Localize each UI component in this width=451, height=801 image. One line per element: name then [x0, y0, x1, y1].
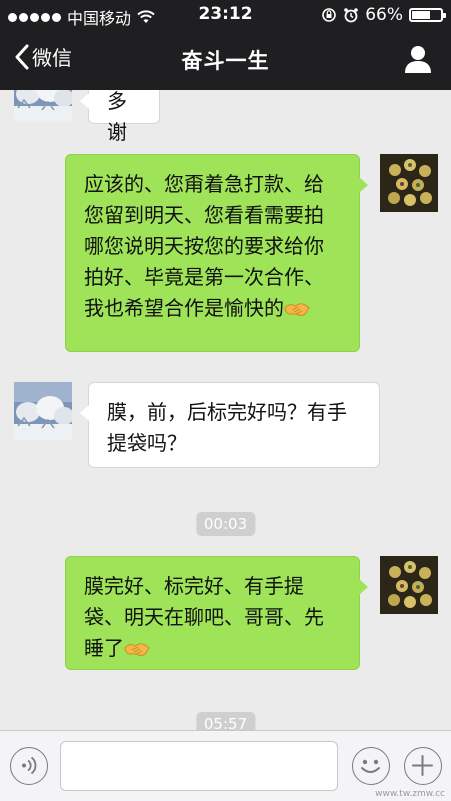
battery-icon: [409, 8, 446, 22]
more-button[interactable]: [404, 747, 442, 785]
input-bar: www.tw.zmw.cc: [0, 730, 451, 801]
message-text: 膜，前，后标完好吗？有手提袋吗？: [107, 400, 347, 455]
timestamp: 05:57: [195, 712, 256, 730]
chat-screen: 中国移动 23:12 66% 微信 奋斗一生 多谢 应该的、您甭着急打款、给您留…: [0, 0, 451, 801]
status-right: 66%: [321, 5, 446, 25]
chat-title: 奋斗一生: [181, 49, 270, 73]
voice-icon: [22, 756, 37, 775]
message-bubble-outgoing[interactable]: 膜完好、标完好、有手提袋、明天在聊吧、哥哥、先睡了: [65, 556, 368, 670]
message-text: 应该的、您甭着急打款、给您留到明天、您看看需要拍哪您说明天按您的要求给你拍好、毕…: [84, 172, 324, 320]
my-avatar[interactable]: [380, 556, 438, 614]
message-list[interactable]: 多谢 应该的、您甭着急打款、给您留到明天、您看看需要拍哪您说明天按您的要求给你拍…: [0, 90, 451, 730]
message-bubble-incoming[interactable]: 膜，前，后标完好吗？有手提袋吗？: [80, 382, 380, 468]
battery-percent: 66%: [365, 5, 403, 25]
timestamp: 00:03: [195, 512, 256, 536]
bells-ornament-avatar: [380, 556, 438, 614]
plus-icon: [412, 755, 433, 776]
my-avatar[interactable]: [380, 154, 438, 212]
watermark: www.tw.zmw.cc: [375, 789, 445, 799]
voice-button[interactable]: [10, 747, 48, 785]
contact-avatar[interactable]: [14, 90, 72, 122]
rotation-lock-icon: [322, 8, 337, 22]
message-text: 多谢: [107, 90, 127, 144]
snow-scene-avatar: [14, 382, 72, 440]
message-bubble-incoming[interactable]: 多谢: [80, 90, 160, 144]
snow-scene-avatar: [14, 90, 72, 122]
message-input[interactable]: [60, 741, 338, 791]
alarm-icon: [344, 8, 359, 23]
handshake-emoji: [284, 303, 310, 316]
nav-bar: 微信 奋斗一生: [0, 30, 451, 90]
contact-avatar[interactable]: [14, 382, 72, 440]
emoji-icon: [361, 759, 380, 773]
emoji-button[interactable]: [352, 747, 390, 785]
profile-button[interactable]: [403, 44, 433, 74]
handshake-emoji: [124, 643, 150, 656]
header: 中国移动 23:12 66% 微信 奋斗一生: [0, 0, 451, 90]
message-text: 膜完好、标完好、有手提袋、明天在聊吧、哥哥、先睡了: [84, 574, 324, 660]
bells-ornament-avatar: [380, 154, 438, 212]
message-bubble-outgoing[interactable]: 应该的、您甭着急打款、给您留到明天、您看看需要拍哪您说明天按您的要求给你拍好、毕…: [65, 154, 368, 352]
status-bar: 中国移动 23:12 66%: [0, 0, 451, 30]
